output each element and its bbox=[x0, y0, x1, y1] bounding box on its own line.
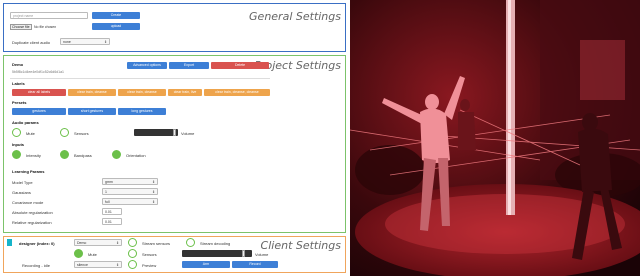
inputs-heading: Inputs bbox=[12, 142, 24, 147]
arm-button[interactable]: Arm bbox=[182, 261, 230, 268]
client-volume-slider-handle[interactable] bbox=[242, 250, 245, 257]
covariance-select[interactable]: full ⇕ bbox=[102, 198, 158, 205]
clear-label-button[interactable]: clear train, cleanse, cleanse bbox=[204, 89, 270, 96]
intensity-label: Intensity bbox=[26, 153, 41, 158]
intensity-toggle[interactable] bbox=[12, 150, 21, 159]
photo-audience bbox=[355, 145, 425, 195]
export-button[interactable]: Export bbox=[169, 62, 209, 69]
chevron-updown-icon: ⇕ bbox=[104, 40, 107, 44]
bandpass-toggle[interactable] bbox=[60, 150, 69, 159]
relative-regularization-input[interactable]: 0.01 bbox=[102, 218, 122, 225]
client-volume-slider[interactable] bbox=[182, 250, 252, 257]
client-sensors-toggle[interactable] bbox=[128, 249, 137, 258]
covariance-value: full bbox=[105, 200, 110, 204]
designer-label: designer (index: 0) bbox=[19, 241, 55, 246]
gaussians-label: Gaussians bbox=[12, 190, 31, 195]
absolute-regularization-input[interactable]: 0.01 bbox=[102, 208, 122, 215]
advanced-options-button[interactable]: Advanced options bbox=[127, 62, 167, 69]
model-type-value: gmm bbox=[105, 180, 113, 184]
stream-decoding-label: Stream decoding bbox=[200, 241, 231, 246]
clear-label-button[interactable]: clear train, cleanse bbox=[118, 89, 166, 96]
model-type-select[interactable]: gmm ⇕ bbox=[102, 178, 158, 185]
client-project-select[interactable]: Demo ⇕ bbox=[74, 239, 122, 246]
volume-slider[interactable] bbox=[134, 129, 178, 136]
covariance-label: Covariance mode bbox=[12, 200, 44, 205]
photo-window bbox=[580, 40, 625, 100]
upload-button[interactable]: upload bbox=[92, 23, 140, 30]
orientation-toggle[interactable] bbox=[112, 150, 121, 159]
general-settings-title: General Settings bbox=[249, 10, 341, 23]
labels-heading: Labels bbox=[12, 81, 25, 86]
recording-label-value: silence bbox=[77, 263, 88, 267]
relative-regularization-label: Relative regularization bbox=[12, 220, 52, 225]
photo-pole-highlight bbox=[508, 0, 511, 215]
no-file-label: No file chosen bbox=[34, 25, 57, 29]
client-mute-label: Mute bbox=[88, 252, 97, 257]
preview-label: Preview bbox=[142, 263, 157, 268]
project-id: 5b5f8c1d4ee4e0df1c52c6d6d1a1 bbox=[12, 70, 64, 74]
mute-label: Mute bbox=[26, 131, 35, 136]
model-type-label: Model Type bbox=[12, 180, 33, 185]
preview-toggle[interactable] bbox=[128, 260, 137, 269]
recording-status-label: Recording - idle bbox=[22, 263, 51, 268]
sensors-label: Sensors bbox=[74, 131, 89, 136]
choose-file-button[interactable]: Choose file bbox=[10, 24, 32, 30]
performance-photo bbox=[350, 0, 640, 276]
create-button[interactable]: Create bbox=[92, 12, 140, 19]
preset-button[interactable]: short gestures bbox=[68, 108, 116, 115]
clear-label-button[interactable]: clear train, live bbox=[168, 89, 202, 96]
absolute-regularization-label: Absolute regularization bbox=[12, 210, 53, 215]
volume-slider-handle[interactable] bbox=[173, 129, 176, 136]
duplicate-audio-select[interactable]: none ⇕ bbox=[60, 38, 110, 45]
delete-button[interactable]: Delete bbox=[211, 62, 269, 69]
client-sensors-label: Sensors bbox=[142, 252, 157, 257]
record-button[interactable]: Record bbox=[232, 261, 278, 268]
presets-heading: Presets bbox=[12, 100, 27, 105]
client-color-tag bbox=[7, 239, 12, 246]
bandpass-label: Bandpass bbox=[74, 153, 92, 158]
chevron-updown-icon: ⇕ bbox=[152, 180, 155, 184]
stream-sensors-label: Stream sensors bbox=[142, 241, 171, 246]
divider bbox=[10, 78, 270, 79]
client-settings-panel: Client Settings designer (index: 0) Demo… bbox=[3, 236, 346, 273]
gaussians-select[interactable]: 1 ⇕ bbox=[102, 188, 158, 195]
chevron-updown-icon: ⇕ bbox=[152, 190, 155, 194]
volume-label: Volume bbox=[181, 131, 195, 136]
chevron-updown-icon: ⇕ bbox=[116, 241, 119, 245]
orientation-label: Orientation bbox=[126, 153, 146, 158]
client-mute-toggle[interactable] bbox=[74, 249, 83, 258]
recording-label-select[interactable]: silence ⇕ bbox=[74, 261, 122, 268]
client-project-value: Demo bbox=[77, 241, 87, 245]
preset-button[interactable]: gestures bbox=[12, 108, 66, 115]
project-name-input[interactable]: project name bbox=[10, 12, 88, 19]
duplicate-audio-label: Duplicate client audio bbox=[12, 40, 51, 45]
client-volume-label: Volume bbox=[255, 252, 269, 257]
clear-label-button[interactable]: clear train, cleanse bbox=[68, 89, 116, 96]
project-name: Demo bbox=[12, 62, 24, 67]
stream-decoding-toggle[interactable] bbox=[186, 238, 195, 247]
mute-toggle[interactable] bbox=[12, 128, 21, 137]
stream-sensors-toggle[interactable] bbox=[128, 238, 137, 247]
chevron-updown-icon: ⇕ bbox=[116, 263, 119, 267]
gaussians-value: 1 bbox=[105, 190, 107, 194]
learning-params-heading: Learning Params bbox=[12, 169, 45, 174]
general-settings-panel: General Settings project name Create Cho… bbox=[3, 3, 346, 52]
sensors-toggle[interactable] bbox=[60, 128, 69, 137]
preset-button[interactable]: long gestures bbox=[118, 108, 166, 115]
clear-all-labels-button[interactable]: clear all labels bbox=[12, 89, 66, 96]
client-settings-title: Client Settings bbox=[260, 239, 341, 252]
duplicate-audio-value: none bbox=[63, 40, 71, 44]
chevron-updown-icon: ⇕ bbox=[152, 200, 155, 204]
audio-params-heading: Audio params bbox=[12, 120, 39, 125]
project-settings-panel: Project Settings Demo 5b5f8c1d4ee4e0df1c… bbox=[3, 55, 346, 233]
